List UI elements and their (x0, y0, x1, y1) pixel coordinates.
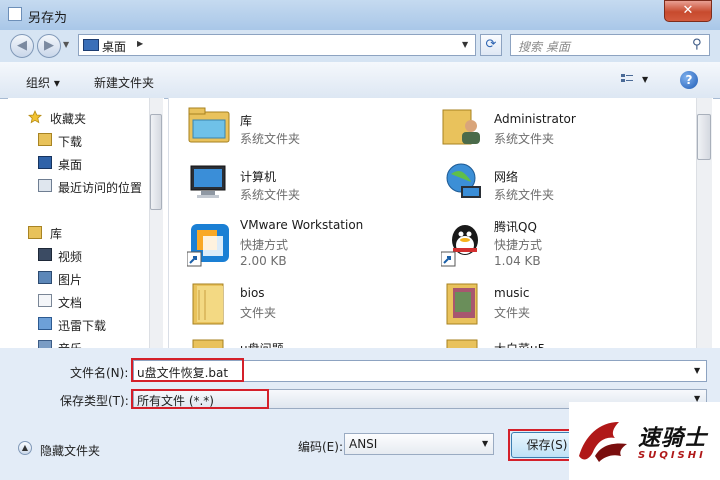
recent-places-icon (38, 179, 52, 192)
filename-label: 文件名(N): (70, 366, 129, 380)
close-button[interactable]: ✕ (664, 0, 712, 22)
file-name: bios (240, 286, 265, 300)
search-placeholder: 搜索 桌面 (518, 40, 570, 54)
music-icon (38, 340, 52, 348)
video-icon (38, 248, 52, 261)
file-type: 系统文件夹 (240, 132, 301, 146)
title-bar (0, 0, 720, 31)
encoding-dropdown-icon[interactable]: ▼ (482, 439, 488, 448)
file-name: 大白菜u5 (494, 340, 545, 348)
network-icon (446, 163, 481, 198)
pictures-icon (38, 271, 52, 284)
sidebar-item-recent[interactable]: 最近访问的位置 (58, 179, 142, 196)
list-item[interactable]: Administrator 系统文件夹 (441, 104, 671, 154)
file-name: music (494, 286, 530, 300)
list-item[interactable]: 库 系统文件夹 (187, 104, 417, 154)
sidebar-item-videos[interactable]: 视频 (58, 248, 82, 265)
view-options-icon[interactable] (620, 72, 634, 86)
folder-icon (446, 339, 478, 348)
breadcrumb-arrow-icon[interactable]: ▶ (137, 39, 143, 48)
file-type: 系统文件夹 (494, 188, 555, 202)
library-folder-icon (188, 107, 230, 143)
search-icon[interactable]: ⚲ (692, 37, 702, 52)
desktop-icon (83, 39, 99, 51)
watermark-title: 速骑士 (638, 426, 708, 451)
thunder-download-icon (38, 317, 52, 330)
file-name: 腾讯QQ (494, 220, 537, 234)
navigation-pane-scroll-thumb[interactable] (150, 114, 162, 210)
computer-icon (190, 165, 226, 198)
view-dropdown-icon[interactable]: ▼ (642, 75, 648, 84)
file-name: 网络 (494, 170, 519, 184)
user-folder-icon (442, 109, 480, 145)
sidebar-item-libraries[interactable]: 库 (50, 225, 62, 242)
file-type: 系统文件夹 (240, 188, 301, 202)
organize-button[interactable]: 组织 ▾ (26, 74, 60, 91)
sidebar-item-music[interactable]: 音乐 (58, 340, 82, 348)
list-item[interactable]: u盘问题 (187, 338, 417, 348)
sidebar-item-downloads[interactable]: 下载 (58, 133, 82, 150)
filetype-label: 保存类型(T): (60, 394, 129, 408)
documents-icon (38, 294, 52, 307)
encoding-value[interactable]: ANSI (349, 437, 377, 451)
qq-shortcut-icon (441, 225, 478, 267)
file-type: 快捷方式 (240, 238, 289, 252)
file-type: 文件夹 (240, 306, 277, 320)
star-icon (28, 110, 42, 124)
hide-folders-button[interactable]: 隐藏文件夹 (40, 442, 100, 459)
address-crumb[interactable]: 桌面 (102, 38, 126, 55)
list-item[interactable]: bios 文件夹 (187, 282, 417, 332)
filename-dropdown-icon[interactable]: ▼ (694, 366, 700, 375)
list-item[interactable]: music 文件夹 (441, 282, 671, 332)
filename-highlight-box (131, 358, 244, 382)
watermark-subtitle: SUQISHI (638, 450, 706, 461)
list-item[interactable]: 网络 系统文件夹 (441, 160, 671, 210)
file-name: VMware Workstation (240, 218, 364, 232)
file-size: 1.04 KB (494, 254, 541, 268)
forward-arrow-icon[interactable]: ▶ (37, 34, 61, 58)
filetype-highlight-box (131, 389, 269, 409)
address-dropdown-icon[interactable]: ▼ (462, 40, 468, 49)
new-folder-button[interactable]: 新建文件夹 (94, 74, 154, 91)
desktop-icon (38, 156, 52, 169)
sidebar-item-favorites[interactable]: 收藏夹 (50, 110, 86, 127)
collapse-up-icon[interactable]: ▲ (18, 441, 32, 455)
file-list: 库 系统文件夹 Administrator 系统文件夹 计算机 系统文件夹 网络… (168, 98, 713, 348)
library-icon (28, 226, 42, 239)
file-name: 库 (240, 114, 253, 128)
sidebar-item-desktop[interactable]: 桌面 (58, 156, 82, 173)
sidebar-item-pictures[interactable]: 图片 (58, 271, 82, 288)
file-list-scroll-thumb[interactable] (697, 114, 711, 160)
folder-icon (446, 283, 478, 325)
help-icon[interactable]: ? (680, 71, 698, 89)
list-item[interactable]: 腾讯QQ 快捷方式 1.04 KB (441, 216, 671, 276)
file-name: 计算机 (240, 170, 277, 184)
sidebar-item-thunder[interactable]: 迅雷下载 (58, 317, 106, 334)
sidebar-item-documents[interactable]: 文档 (58, 294, 82, 311)
file-name: Administrator (494, 112, 576, 126)
list-item[interactable]: 大白菜u5 (441, 338, 671, 348)
encoding-label: 编码(E): (298, 440, 343, 454)
file-type: 快捷方式 (494, 238, 543, 252)
folder-icon (192, 283, 224, 325)
folder-icon (192, 339, 224, 348)
navigation-pane: 收藏夹 下载 桌面 最近访问的位置 库 视频 图片 文档 迅雷下载 音乐 (8, 98, 164, 348)
file-type: 文件夹 (494, 306, 531, 320)
file-name: u盘问题 (240, 340, 284, 348)
notepad-icon (8, 7, 22, 21)
vmware-shortcut-icon (187, 224, 229, 267)
download-folder-icon (38, 133, 52, 146)
file-size: 2.00 KB (240, 254, 287, 268)
file-type: 系统文件夹 (494, 132, 555, 146)
horse-logo-icon (579, 422, 627, 462)
refresh-button[interactable]: ⟳ (480, 34, 502, 56)
recent-pages-dropdown-icon[interactable]: ▼ (63, 38, 75, 52)
back-arrow-icon[interactable]: ◀ (10, 34, 34, 58)
list-item[interactable]: VMware Workstation 快捷方式 2.00 KB (187, 216, 437, 276)
list-item[interactable]: 计算机 系统文件夹 (187, 160, 417, 210)
window-title: 另存为 (28, 11, 68, 26)
